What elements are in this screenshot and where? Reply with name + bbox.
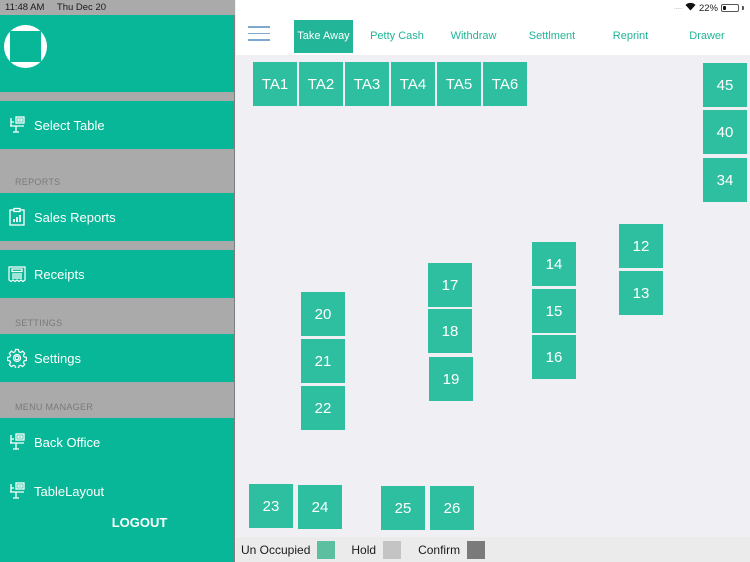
tab-drawer[interactable]: Drawer (676, 20, 738, 53)
sidebar-item-settings[interactable]: Settings (0, 334, 234, 382)
table-16[interactable]: 16 (532, 335, 576, 379)
table-26[interactable]: 26 (430, 486, 474, 530)
legend-hold: Hold (351, 540, 402, 559)
table-14[interactable]: 14 (532, 242, 576, 286)
table-45[interactable]: 45 (703, 63, 747, 107)
sidebar-item-label: Select Table (34, 117, 105, 133)
table-21[interactable]: 21 (301, 339, 345, 383)
table-desk-icon (7, 481, 27, 501)
top-bar: ····· 22% Take Away Petty Cash Withdraw … (236, 0, 750, 55)
sidebar-item-label: TableLayout (34, 483, 105, 499)
table-22[interactable]: 22 (301, 386, 345, 430)
sidebar-item-label: Back Office (34, 434, 101, 450)
table-ta2[interactable]: TA2 (299, 62, 343, 106)
sidebar-item-receipts[interactable]: Receipts (0, 250, 234, 298)
tab-petty-cash[interactable]: Petty Cash (361, 20, 433, 53)
legend-label: Confirm (418, 542, 461, 557)
tab-withdraw[interactable]: Withdraw (441, 20, 506, 53)
receipt-icon (7, 264, 27, 284)
table-13[interactable]: 13 (619, 271, 663, 315)
table-desk-icon (7, 115, 27, 135)
sidebar-item-label: Receipts (34, 266, 85, 282)
clipboard-chart-icon (7, 207, 27, 227)
legend-swatch-confirm (467, 540, 486, 559)
sidebar: 11:48 AM Thu Dec 20 Select Table REPORTS… (0, 0, 235, 562)
sidebar-item-sales-reports[interactable]: Sales Reports (0, 193, 234, 241)
table-18[interactable]: 18 (428, 309, 472, 353)
section-reports: REPORTS (15, 177, 61, 187)
status-bar-right: ····· 22% (674, 2, 744, 14)
tab-take-away[interactable]: Take Away (294, 20, 353, 53)
section-settings: SETTINGS (15, 318, 63, 328)
sidebar-item-back-office[interactable]: Back Office (0, 418, 234, 466)
legend-label: Un Occupied (241, 542, 311, 557)
gear-icon (7, 348, 27, 368)
legend-swatch-hold (383, 540, 402, 559)
table-ta1[interactable]: TA1 (253, 62, 297, 106)
table-desk-icon (7, 432, 27, 452)
tab-settlment[interactable]: Settlment (516, 20, 588, 53)
tab-reprint[interactable]: Reprint (598, 20, 663, 53)
status-date: Thu Dec 20 (56, 2, 107, 13)
sidebar-item-label: Sales Reports (34, 209, 116, 225)
legend-swatch-unoccupied (317, 540, 336, 559)
status-time: 11:48 AM (5, 2, 45, 13)
table-34[interactable]: 34 (703, 158, 747, 202)
sidebar-item-select-table[interactable]: Select Table (0, 101, 234, 149)
signal-icon: ····· (673, 3, 683, 13)
table-40[interactable]: 40 (703, 110, 747, 154)
profile-header (0, 15, 234, 92)
table-19[interactable]: 19 (429, 357, 473, 401)
table-24[interactable]: 24 (298, 485, 342, 529)
main-panel: ····· 22% Take Away Petty Cash Withdraw … (236, 0, 750, 562)
sidebar-item-label: Settings (34, 350, 81, 366)
legend-unoccupied: Un Occupied (241, 540, 336, 559)
sidebar-item-table-layout[interactable]: TableLayout (0, 467, 234, 515)
legend-confirm: Confirm (418, 540, 486, 559)
table-ta5[interactable]: TA5 (437, 62, 481, 106)
legend-label: Hold (351, 542, 377, 557)
table-12[interactable]: 12 (619, 224, 663, 268)
table-ta3[interactable]: TA3 (345, 62, 389, 106)
status-legend: Un Occupied Hold Confirm (236, 537, 750, 562)
status-bar-left: 11:48 AM Thu Dec 20 (0, 0, 235, 15)
table-15[interactable]: 15 (532, 289, 576, 333)
logout-button[interactable]: LOGOUT (0, 515, 234, 530)
table-17[interactable]: 17 (428, 263, 472, 307)
table-23[interactable]: 23 (249, 484, 293, 528)
avatar[interactable] (4, 25, 47, 68)
table-ta6[interactable]: TA6 (483, 62, 527, 106)
battery-icon (721, 4, 739, 12)
app-root: 11:48 AM Thu Dec 20 Select Table REPORTS… (0, 0, 750, 562)
table-20[interactable]: 20 (301, 292, 345, 336)
table-ta4[interactable]: TA4 (391, 62, 435, 106)
wifi-icon (685, 2, 696, 14)
battery-percent: 22% (698, 2, 718, 14)
hamburger-menu-icon[interactable] (248, 26, 270, 46)
section-menu-manager: MENU MANAGER (15, 402, 94, 412)
table-25[interactable]: 25 (381, 486, 425, 530)
